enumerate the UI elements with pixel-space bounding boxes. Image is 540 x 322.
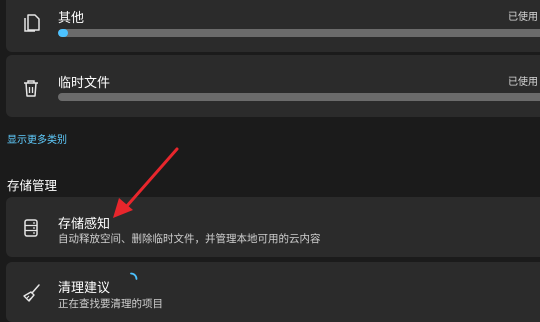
annotation-arrow [113, 147, 179, 218]
